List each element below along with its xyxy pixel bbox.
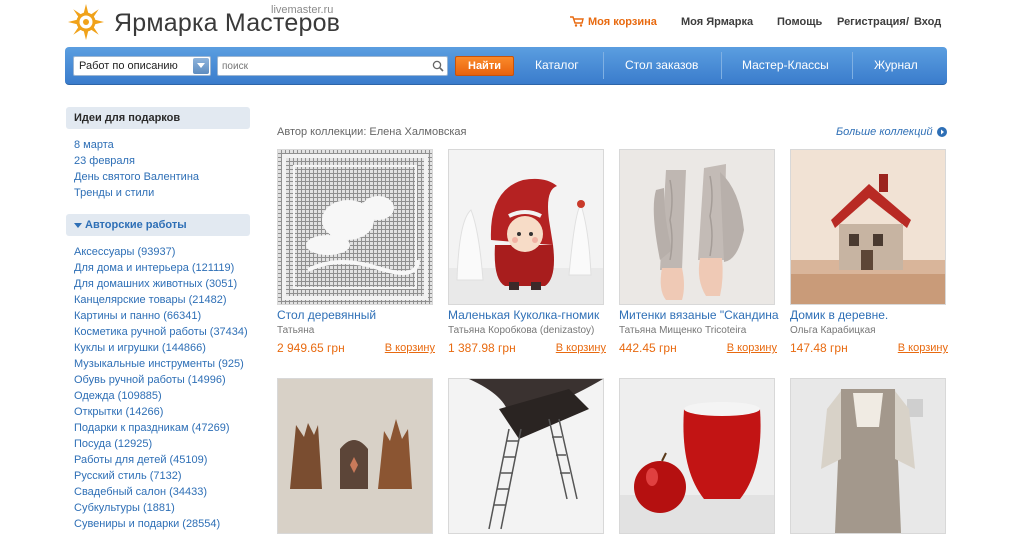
sidebar-category-item[interactable]: Канцелярские товары (21482) bbox=[74, 294, 227, 306]
dropdown-arrow[interactable] bbox=[193, 58, 209, 74]
add-to-cart-link[interactable]: В корзину bbox=[898, 342, 948, 354]
product-seller[interactable]: Татьяна Коробкова (denizastoy) bbox=[448, 325, 604, 336]
collection-author: Автор коллекции: Елена Халмовская bbox=[277, 126, 467, 138]
product-image-red-cup-apple[interactable] bbox=[619, 378, 775, 534]
works-header[interactable]: Авторские работы bbox=[66, 214, 250, 236]
product-price: 1 387.98 грн bbox=[448, 341, 516, 355]
product-image-wooden-figures[interactable] bbox=[277, 378, 433, 534]
sidebar-category-item[interactable]: Посуда (12925) bbox=[74, 438, 152, 450]
sidebar-idea-item[interactable]: Тренды и стили bbox=[74, 187, 154, 199]
product-image-ceramic-house[interactable] bbox=[790, 149, 946, 305]
cart-icon bbox=[570, 16, 584, 27]
search-field[interactable] bbox=[217, 56, 448, 76]
nav-master-classes[interactable]: Мастер-Классы bbox=[742, 58, 829, 72]
sidebar-category-item[interactable]: Куклы и игрушки (144866) bbox=[74, 342, 206, 354]
sidebar-category-item[interactable]: Сувениры и подарки (28554) bbox=[74, 518, 220, 530]
chevron-down-icon bbox=[197, 63, 205, 68]
find-button[interactable]: Найти bbox=[455, 56, 514, 76]
sidebar-category-item[interactable]: Для дома и интерьера (121119) bbox=[74, 262, 234, 274]
nav-divider bbox=[721, 52, 722, 79]
product-price: 442.45 грн bbox=[619, 341, 677, 355]
product-seller[interactable]: Татьяна Мищенко Tricoteira bbox=[619, 325, 775, 336]
sun-logo-icon bbox=[68, 4, 104, 40]
login-link[interactable]: Вход bbox=[914, 16, 941, 30]
sidebar-idea-item[interactable]: День святого Валентина bbox=[74, 171, 199, 183]
sidebar-category-item[interactable]: Для домашних животных (3051) bbox=[74, 278, 237, 290]
arrow-right-circle-icon[interactable] bbox=[937, 127, 947, 137]
product-price: 147.48 грн bbox=[790, 341, 848, 355]
sidebar-category-item[interactable]: Косметика ручной работы (37434) bbox=[74, 326, 248, 338]
nav-divider bbox=[603, 52, 604, 79]
product-title[interactable]: Стол деревянный bbox=[277, 308, 437, 322]
sidebar-category-item[interactable]: Работы для детей (45109) bbox=[74, 454, 207, 466]
nav-journal[interactable]: Журнал bbox=[874, 58, 918, 72]
add-to-cart-link[interactable]: В корзину bbox=[556, 342, 606, 354]
product-price: 2 949.65 грн bbox=[277, 341, 345, 355]
add-to-cart-link[interactable]: В корзину bbox=[385, 342, 435, 354]
register-link[interactable]: Регистрация bbox=[837, 16, 906, 30]
ideas-title: Идеи для подарков bbox=[74, 112, 181, 124]
sidebar-category-item[interactable]: Русский стиль (7132) bbox=[74, 470, 182, 482]
product-seller[interactable]: Ольга Карабицкая bbox=[790, 325, 946, 336]
logo-subtitle: livemaster.ru bbox=[271, 4, 334, 16]
main-navigation-bar: Работ по описанию Найти Каталог Стол зак… bbox=[65, 47, 947, 85]
sidebar-category-item[interactable]: Открытки (14266) bbox=[74, 406, 163, 418]
nav-separator: / bbox=[906, 16, 910, 28]
triangle-down-icon bbox=[74, 223, 82, 228]
sidebar-category-item[interactable]: Одежда (109885) bbox=[74, 390, 162, 402]
product-title[interactable]: Митенки вязаные "Скандинавия" bbox=[619, 308, 779, 322]
sidebar-idea-item[interactable]: 23 февраля bbox=[74, 155, 135, 167]
product-seller[interactable]: Татьяна bbox=[277, 325, 433, 336]
sidebar-category-item[interactable]: Музыкальные инструменты (925) bbox=[74, 358, 244, 370]
sidebar-category-item[interactable]: Субкультуры (1881) bbox=[74, 502, 175, 514]
search-icon[interactable] bbox=[432, 60, 444, 72]
product-image-gnome-doll[interactable] bbox=[448, 149, 604, 305]
sidebar-category-item[interactable]: Картины и панно (66341) bbox=[74, 310, 201, 322]
my-fair-link[interactable]: Моя Ярмарка bbox=[681, 16, 753, 30]
nav-catalog[interactable]: Каталог bbox=[535, 58, 579, 72]
works-title: Авторские работы bbox=[85, 219, 187, 231]
ideas-header: Идеи для подарков bbox=[66, 107, 250, 129]
add-to-cart-link[interactable]: В корзину bbox=[727, 342, 777, 354]
sidebar-idea-item[interactable]: 8 марта bbox=[74, 139, 114, 151]
product-title[interactable]: Маленькая Куколка-гномик bbox=[448, 308, 608, 322]
more-collections-link[interactable]: Больше коллекций bbox=[836, 126, 933, 138]
help-link[interactable]: Помощь bbox=[777, 16, 822, 30]
sidebar-category-item[interactable]: Обувь ручной работы (14996) bbox=[74, 374, 226, 386]
cart-label: Моя корзина bbox=[588, 16, 657, 28]
my-cart-link[interactable]: Моя корзина bbox=[570, 16, 657, 30]
sidebar-category-item[interactable]: Подарки к праздникам (47269) bbox=[74, 422, 230, 434]
sidebar-category-item[interactable]: Аксессуары (93937) bbox=[74, 246, 175, 258]
nav-order-table[interactable]: Стол заказов bbox=[625, 58, 698, 72]
search-mode-value: Работ по описанию bbox=[79, 60, 178, 72]
site-logo[interactable]: Ярмарка Мастеров livemaster.ru bbox=[66, 2, 356, 42]
product-title[interactable]: Домик в деревне. bbox=[790, 308, 950, 322]
product-image-knitted-mittens[interactable] bbox=[619, 149, 775, 305]
product-image-linen-dress[interactable] bbox=[790, 378, 946, 534]
product-image-ladder-decor[interactable] bbox=[448, 378, 604, 534]
search-input[interactable] bbox=[222, 59, 422, 73]
sidebar-category-item[interactable]: Свадебный салон (34433) bbox=[74, 486, 207, 498]
nav-divider bbox=[852, 52, 853, 79]
search-mode-select[interactable]: Работ по описанию bbox=[73, 56, 211, 76]
product-image-lace-tablecloth[interactable] bbox=[277, 149, 433, 305]
